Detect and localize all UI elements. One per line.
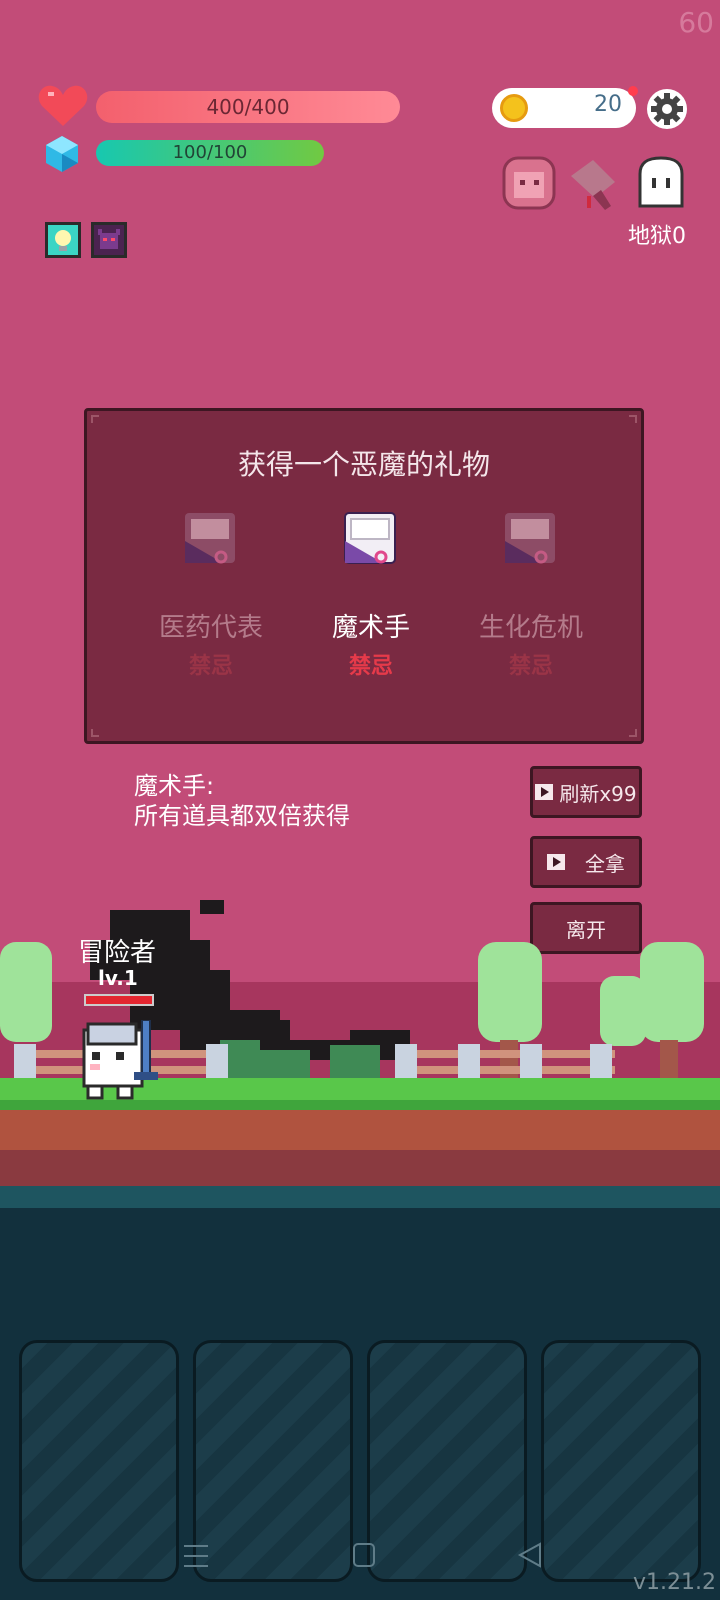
heart-icon <box>38 85 88 126</box>
gear-icon[interactable] <box>646 88 688 130</box>
cleaver-icon[interactable] <box>565 156 623 212</box>
home-icon[interactable] <box>353 1543 375 1567</box>
coin-icon <box>500 94 528 122</box>
option-name: 魔术手 <box>331 613 410 643</box>
hero-level: lv.1 <box>98 966 138 990</box>
gift-panel: 获得一个恶魔的礼物 医药代表 禁忌 魔术手 禁忌 生化危机 禁忌 <box>84 408 644 744</box>
notification-dot <box>628 86 638 96</box>
coin-counter: 20 <box>492 88 636 128</box>
panel-corner <box>91 729 99 737</box>
bulb-icon <box>55 230 71 251</box>
ghost-icon[interactable] <box>632 156 690 212</box>
take-all-label: 全拿 <box>585 851 625 876</box>
hero-name: 冒险者 <box>78 938 157 968</box>
card-slot[interactable] <box>541 1340 701 1582</box>
option-name: 医药代表 <box>158 613 263 643</box>
fps-counter: 60 <box>678 6 714 39</box>
coin-value: 20 <box>594 92 622 117</box>
video-ad-icon <box>547 854 565 870</box>
gift-option-magic-hand[interactable]: 魔术手 禁忌 <box>291 511 451 680</box>
gift-option-biohazard[interactable]: 生化危机 禁忌 <box>451 511 611 680</box>
video-ad-icon <box>535 784 554 800</box>
option-tag: 禁忌 <box>348 654 393 679</box>
demon-buff-icon[interactable] <box>91 222 127 258</box>
knight-cat-sprite[interactable] <box>78 1020 160 1100</box>
mp-bar: 100/100 <box>96 140 324 166</box>
refresh-label: 刷新x99 <box>559 781 637 806</box>
hero-hp-bar <box>84 994 154 1006</box>
bulb-buff-icon[interactable] <box>45 222 81 258</box>
hp-bar: 400/400 <box>96 91 400 123</box>
crystal-icon <box>46 136 78 172</box>
menu-icon[interactable] <box>184 1545 208 1567</box>
panel-corner <box>629 729 637 737</box>
gift-card-icon <box>185 513 235 564</box>
option-name: 生化危机 <box>478 613 583 643</box>
refresh-button[interactable]: 刷新x99 <box>530 766 642 818</box>
panel-corner <box>629 415 637 423</box>
gift-card-icon <box>505 513 555 564</box>
gift-option-medical-rep[interactable]: 医药代表 禁忌 <box>131 511 291 680</box>
system-navigation-bar <box>184 1542 541 1568</box>
panel-corner <box>91 415 99 423</box>
back-icon[interactable] <box>517 1542 541 1568</box>
version-label: v1.21.2 <box>633 1570 716 1595</box>
hell-level-label: 地狱0 <box>628 224 686 249</box>
panel-title: 获得一个恶魔的礼物 <box>237 448 490 481</box>
option-tag: 禁忌 <box>508 654 553 679</box>
selected-gift-description: 所有道具都双倍获得 <box>134 802 350 830</box>
gift-card-icon <box>344 512 396 564</box>
girl-portrait-icon[interactable] <box>500 156 558 212</box>
hero-hp-fill <box>86 996 152 1004</box>
demon-face-icon <box>98 229 120 249</box>
card-slot[interactable] <box>19 1340 179 1582</box>
option-tag: 禁忌 <box>188 654 233 679</box>
take-all-button[interactable]: 全拿 <box>530 836 642 888</box>
